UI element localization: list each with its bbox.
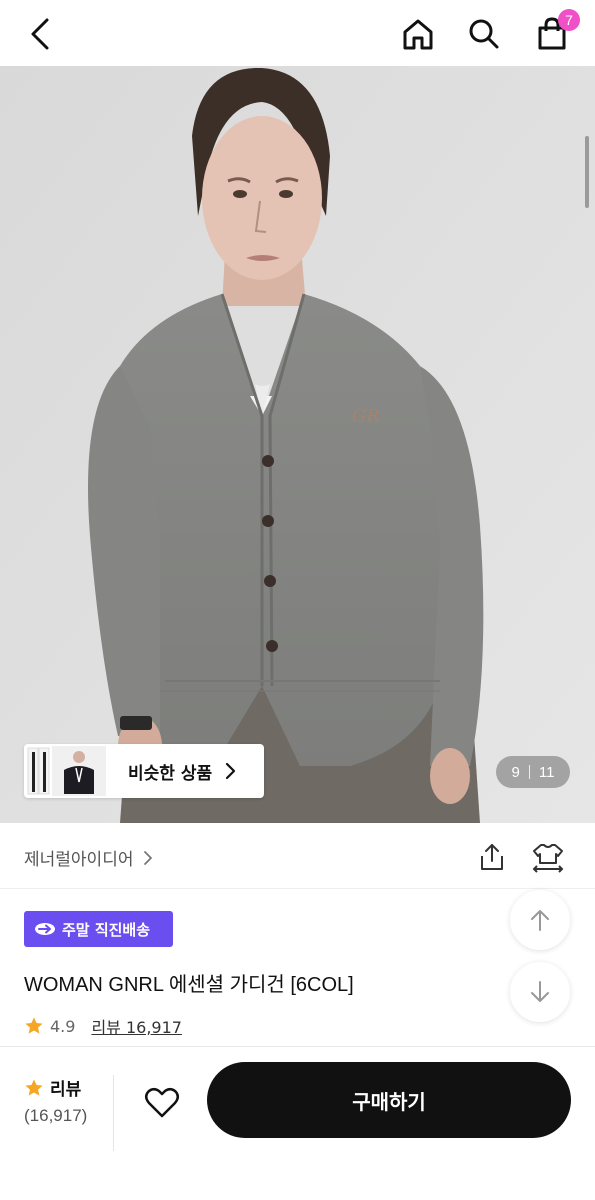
chevron-left-icon — [31, 18, 49, 50]
buy-button[interactable]: 구매하기 — [207, 1062, 571, 1138]
product-title: WOMAN GNRL 에센셜 가디건 [6COL] — [24, 974, 354, 996]
bottom-action-bar: 리뷰 (16,917) 구매하기 — [0, 1046, 595, 1200]
chevron-right-icon — [144, 850, 153, 865]
star-icon — [25, 1079, 43, 1096]
rating-row: 4.9 리뷰 16,917 — [24, 1014, 182, 1038]
brand-name: 제너럴아이디어 — [24, 850, 134, 870]
heart-icon — [145, 1088, 179, 1118]
review-summary-top: 리뷰 — [24, 1075, 104, 1100]
similar-products-button[interactable]: 비슷한 상품 — [24, 744, 264, 798]
weekend-delivery-badge: 주말 직진배송 — [24, 911, 173, 947]
svg-text:GR: GR — [352, 406, 380, 427]
delivery-arrow-icon — [35, 923, 55, 935]
review-summary-button[interactable]: 리뷰 (16,917) — [24, 1075, 104, 1126]
arrow-up-icon — [531, 910, 549, 931]
chevron-right-icon — [224, 762, 236, 780]
review-summary-label: 리뷰 — [50, 1080, 82, 1100]
similar-products-label: 비슷한 상품 — [128, 763, 213, 784]
bottom-bar-divider — [113, 1075, 114, 1151]
cart-count-badge: 7 — [558, 9, 580, 31]
image-page-counter: 9 11 — [496, 756, 570, 788]
counter-divider — [528, 765, 530, 779]
current-image-index: 9 — [511, 763, 520, 781]
share-icon — [481, 844, 503, 870]
scroll-top-button[interactable] — [510, 890, 570, 950]
brand-row: 제너럴아이디어 — [0, 823, 595, 889]
page-scrollbar[interactable] — [585, 136, 589, 208]
search-button[interactable] — [462, 12, 506, 56]
scroll-bottom-button[interactable] — [510, 962, 570, 1022]
search-icon — [469, 19, 499, 49]
fit-compare-icon — [532, 844, 564, 873]
home-button[interactable] — [396, 12, 440, 56]
rating-score: 4.9 — [50, 1016, 76, 1036]
product-detail-page: 7 GR 비슷한 상품 9 11 제너럴아이디어 주말 직진배송 WOMAN G… — [0, 0, 595, 1200]
delivery-badge-label: 주말 직진배송 — [62, 920, 151, 939]
product-photo: GR — [0, 66, 595, 823]
share-button[interactable] — [474, 839, 510, 875]
brand-link[interactable]: 제너럴아이디어 — [24, 845, 153, 870]
top-header: 7 — [0, 0, 595, 66]
arrow-down-icon — [531, 981, 549, 1002]
review-count-link[interactable]: 리뷰 16,917 — [91, 1014, 182, 1038]
product-image-carousel[interactable]: GR 비슷한 상품 9 11 — [0, 66, 595, 823]
total-image-count: 11 — [538, 763, 555, 781]
star-icon — [25, 1017, 43, 1034]
home-icon — [403, 19, 433, 50]
fit-compare-button[interactable] — [528, 839, 568, 875]
back-button[interactable] — [18, 12, 62, 56]
similar-thumbnail-image — [27, 746, 106, 796]
similar-product-thumbnails — [26, 746, 108, 796]
cart-button[interactable]: 7 — [530, 9, 580, 56]
like-button[interactable] — [136, 1077, 188, 1129]
review-summary-count: (16,917) — [24, 1106, 88, 1125]
